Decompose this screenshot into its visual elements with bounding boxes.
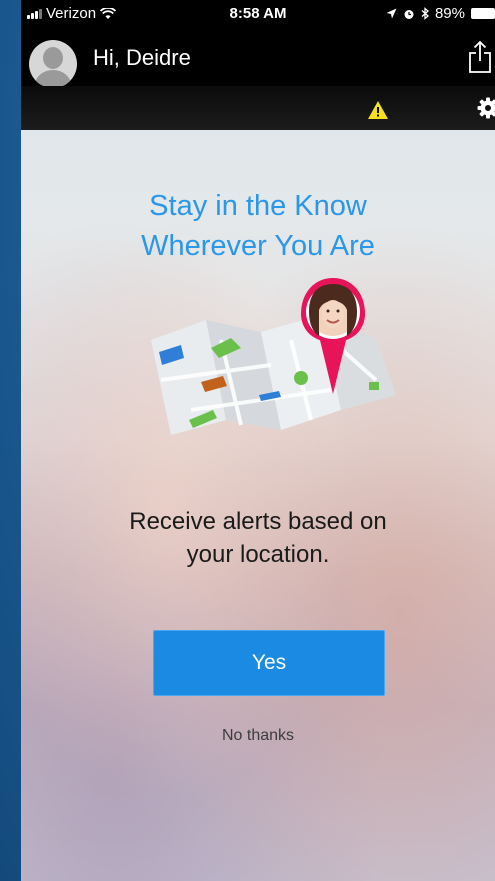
warning-icon[interactable] (367, 100, 389, 120)
status-bar: Verizon 8:58 AM 89% (21, 0, 495, 30)
greeting-text: Hi, Deidre (93, 45, 191, 70)
headline-line-1: Stay in the Know (149, 190, 367, 222)
no-thanks-link[interactable]: No thanks (21, 727, 495, 745)
body-line-1: Receive alerts based on (129, 508, 387, 535)
bluetooth-icon (421, 7, 429, 20)
battery-percent: 89% (434, 5, 465, 22)
location-arrow-icon (386, 8, 397, 19)
gear-icon[interactable] (477, 97, 495, 119)
top-bar: Verizon 8:58 AM 89% Hi, Deidre (21, 0, 495, 130)
alert-row (21, 86, 495, 130)
map-pin-illustration (151, 278, 396, 435)
avatar[interactable] (29, 40, 77, 88)
body-line-2: your location. (186, 541, 330, 568)
headline-line-2: Wherever You Are (141, 230, 375, 262)
alarm-icon (404, 9, 414, 19)
yes-button[interactable]: Yes (153, 630, 385, 696)
onboarding-body: Receive alerts based on your location. (21, 505, 495, 571)
battery-icon (471, 8, 495, 19)
header-row: Hi, Deidre (21, 30, 495, 88)
app-screen: Verizon 8:58 AM 89% Hi, Deidre Stay in t… (21, 0, 495, 881)
status-right: 89% (386, 5, 495, 22)
share-icon[interactable] (467, 40, 493, 74)
onboarding-headline: Stay in the Know Wherever You Are (21, 186, 495, 266)
